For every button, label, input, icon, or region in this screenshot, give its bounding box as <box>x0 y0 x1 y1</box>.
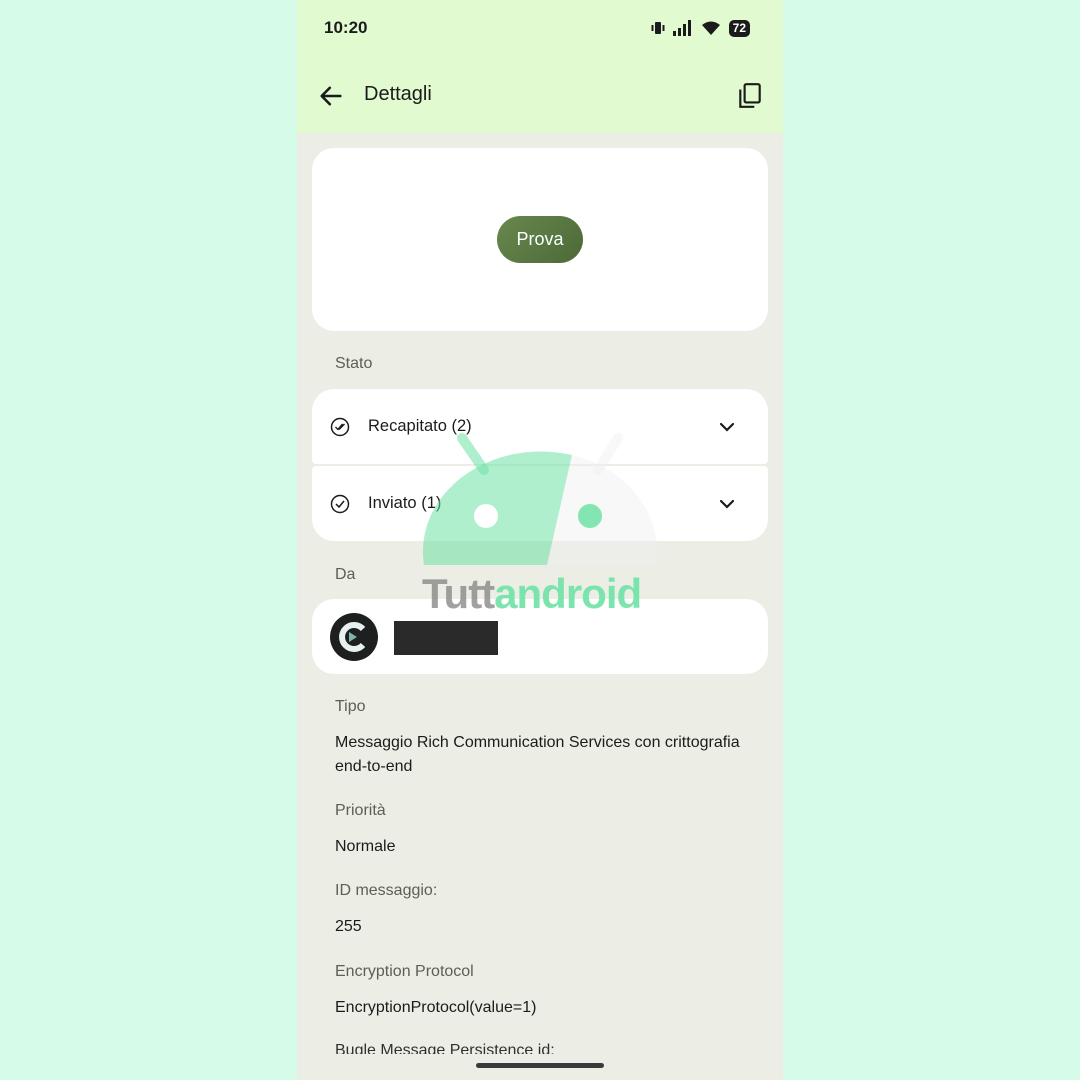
vibrate-icon <box>651 22 665 34</box>
message-id-value: 255 <box>335 918 362 935</box>
header: Dettagli <box>297 70 783 122</box>
check-circle-icon <box>330 494 350 513</box>
status-time: 10:20 <box>324 18 368 37</box>
message-bubble[interactable]: Prova <box>497 216 583 263</box>
phone-screen: 10:20 72 Dettagli Prova Stato Recapitato… <box>297 0 783 1080</box>
logo-c-icon <box>339 622 366 652</box>
type-label: Tipo <box>335 698 366 715</box>
page-title: Dettagli <box>364 83 432 105</box>
redacted-sender-name <box>394 621 498 655</box>
battery-icon: 72 <box>728 19 750 37</box>
from-section-label: Da <box>335 566 356 583</box>
persistence-id-label: Bugle Message Persistence id: <box>335 1042 555 1054</box>
encryption-protocol-label: Encryption Protocol <box>335 963 474 980</box>
home-indicator[interactable] <box>476 1063 604 1068</box>
priority-label: Priorità <box>335 802 386 819</box>
signal-icon <box>672 20 691 36</box>
sender-card[interactable] <box>312 599 768 674</box>
status-row-label: Recapitato (2) <box>368 417 472 435</box>
contact-avatar-icon <box>330 613 378 661</box>
message-id-label: ID messaggio: <box>335 882 438 899</box>
status-row-sent[interactable]: Inviato (1) <box>312 466 768 541</box>
status-row-label: Inviato (1) <box>368 494 442 512</box>
chevron-down-icon[interactable] <box>718 495 736 513</box>
encryption-protocol-value: EncryptionProtocol(value=1) <box>335 999 537 1016</box>
arrow-left-icon[interactable] <box>317 82 345 110</box>
priority-value: Normale <box>335 838 396 855</box>
top-app-bar: 10:20 72 Dettagli <box>297 0 783 133</box>
status-icons: 72 <box>651 18 750 38</box>
copy-icon[interactable] <box>737 82 763 110</box>
status-row-delivered[interactable]: Recapitato (2) <box>312 389 768 464</box>
wifi-icon <box>701 21 720 35</box>
message-preview-card: Prova <box>312 148 768 331</box>
chevron-down-icon[interactable] <box>718 418 736 436</box>
status-section-label: Stato <box>335 355 373 372</box>
double-check-circle-icon <box>330 417 350 436</box>
type-value: Messaggio Rich Communication Services co… <box>335 734 740 775</box>
